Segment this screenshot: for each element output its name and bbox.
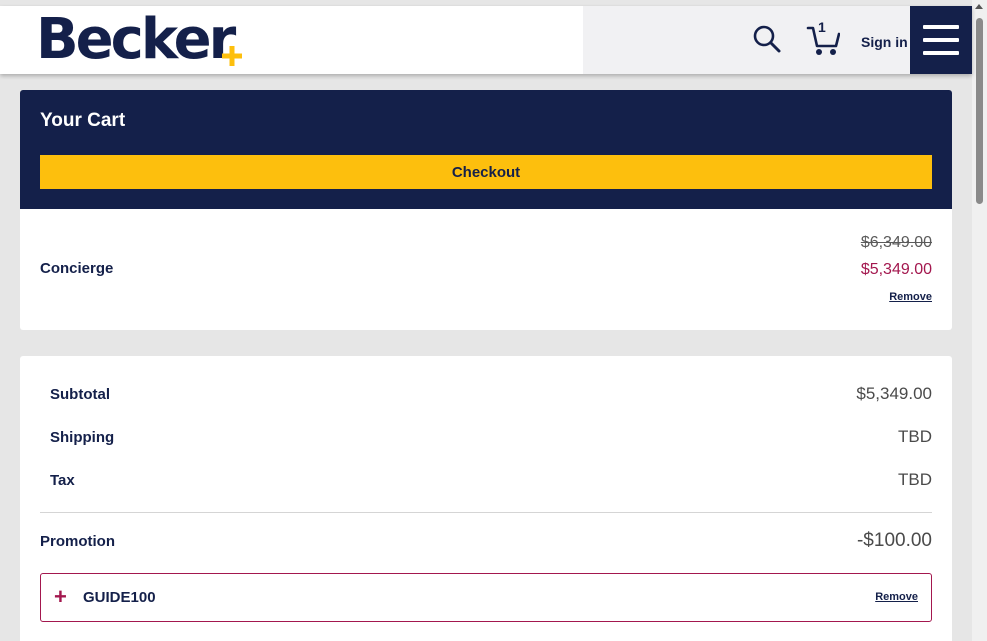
shipping-value: TBD — [898, 427, 932, 446]
coupon-code: GUIDE100 — [83, 589, 156, 606]
hamburger-menu-button[interactable] — [910, 6, 972, 74]
promotion-value: -$100.00 — [856, 530, 932, 551]
order-summary: Subtotal $5,349.00 Shipping TBD Tax TBD … — [20, 356, 952, 641]
scrollbar-thumb[interactable] — [976, 18, 983, 204]
tax-label: Tax — [50, 472, 75, 489]
tax-value: TBD — [898, 470, 932, 489]
scroll-up-arrow-icon[interactable] — [975, 4, 983, 9]
cart-panel: Your Cart Checkout Concierge $6,349.00 $… — [20, 90, 952, 330]
subtotal-value: $5,349.00 — [856, 384, 932, 403]
remove-coupon-link[interactable]: Remove — [875, 591, 918, 603]
sign-in-link[interactable]: Sign in — [861, 34, 908, 50]
cart-header: Your Cart Checkout — [20, 90, 952, 209]
site-header: Becker 1 Sign in — [0, 6, 972, 74]
sale-price: $5,349.00 — [860, 261, 932, 278]
checkout-button[interactable]: Checkout — [40, 155, 932, 189]
page-scrollbar[interactable] — [972, 0, 987, 641]
summary-divider — [40, 512, 932, 513]
becker-logo[interactable]: Becker — [36, 12, 236, 68]
search-icon[interactable] — [752, 24, 782, 54]
promotion-label: Promotion — [40, 533, 115, 550]
original-price: $6,349.00 — [860, 234, 932, 251]
menu-icon — [923, 51, 959, 55]
menu-icon — [923, 25, 959, 29]
cart-count-badge: 1 — [818, 19, 826, 35]
subtotal-label: Subtotal — [50, 386, 110, 403]
cart-item-name: Concierge — [40, 260, 114, 277]
shipping-label: Shipping — [50, 429, 115, 446]
cart-title: Your Cart — [40, 110, 126, 131]
plus-icon[interactable]: + — [54, 586, 67, 608]
logo-plus-icon — [222, 46, 242, 66]
remove-item-link[interactable]: Remove — [889, 291, 932, 303]
menu-icon — [923, 38, 959, 42]
coupon-row[interactable]: + GUIDE100 Remove — [40, 573, 932, 622]
